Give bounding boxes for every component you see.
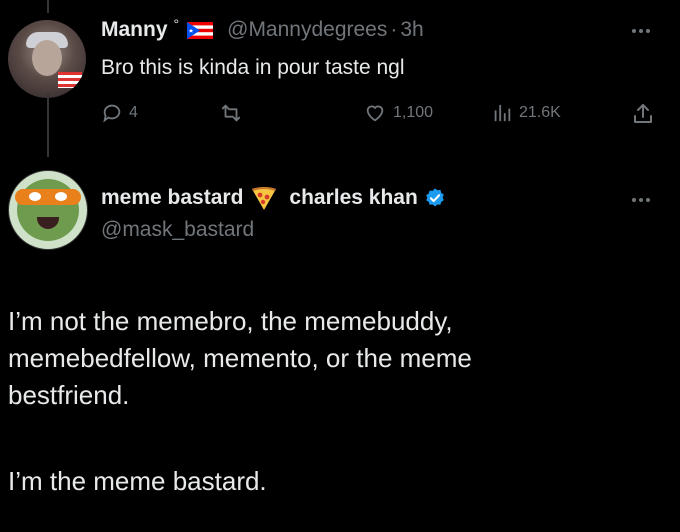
- more-options-icon[interactable]: [629, 193, 653, 207]
- view-count: 21.6K: [519, 104, 561, 121]
- tweet-text-line: memebedfellow, memento, or the meme: [8, 343, 472, 373]
- more-options-icon[interactable]: [629, 24, 653, 38]
- display-name[interactable]: Manny: [101, 18, 168, 42]
- timestamp[interactable]: 3h: [400, 18, 423, 42]
- share-button[interactable]: [631, 102, 655, 126]
- pizza-icon: [249, 185, 279, 211]
- heart-icon: [363, 102, 387, 124]
- avatar[interactable]: [8, 20, 86, 98]
- share-icon: [631, 102, 655, 126]
- like-count: 1,100: [393, 104, 434, 121]
- avatar[interactable]: [8, 170, 88, 250]
- reply-count: 4: [129, 104, 138, 121]
- reply-icon: [101, 102, 123, 124]
- tweet-text-line: I’m not the memebro, the memebuddy,: [8, 306, 453, 336]
- user-handle[interactable]: @mask_bastard: [101, 218, 254, 242]
- views-chart-icon: [491, 102, 513, 124]
- like-button[interactable]: 1,100: [363, 102, 433, 124]
- tweet-actions-bar: 4 1,100 21.6K: [101, 102, 661, 132]
- reply-button[interactable]: 4: [101, 102, 138, 124]
- display-name[interactable]: meme bastard: [101, 186, 243, 210]
- views-button[interactable]: 21.6K: [491, 102, 561, 124]
- tweet-header: meme bastard charles khan: [101, 185, 446, 211]
- tweet-text-line: bestfriend.: [8, 380, 130, 410]
- tweet-header: Manny ° @Mannydegrees · 3h: [101, 16, 424, 42]
- thread-line-top: [47, 0, 49, 13]
- secondary-name[interactable]: charles khan: [289, 186, 417, 210]
- user-handle[interactable]: @Mannydegrees: [227, 18, 387, 42]
- puerto-rico-flag-icon: [187, 21, 214, 39]
- retweet-icon: [219, 102, 243, 124]
- separator-dot: ·: [390, 18, 398, 41]
- tweet-text: Bro this is kinda in pour taste ngl: [101, 56, 405, 79]
- tweet-text-line: I’m the meme bastard.: [8, 466, 267, 496]
- name-suffix: °: [173, 16, 180, 32]
- thread-connector-line: [47, 93, 49, 157]
- verified-badge-icon: [424, 187, 446, 209]
- retweet-button[interactable]: [219, 102, 249, 124]
